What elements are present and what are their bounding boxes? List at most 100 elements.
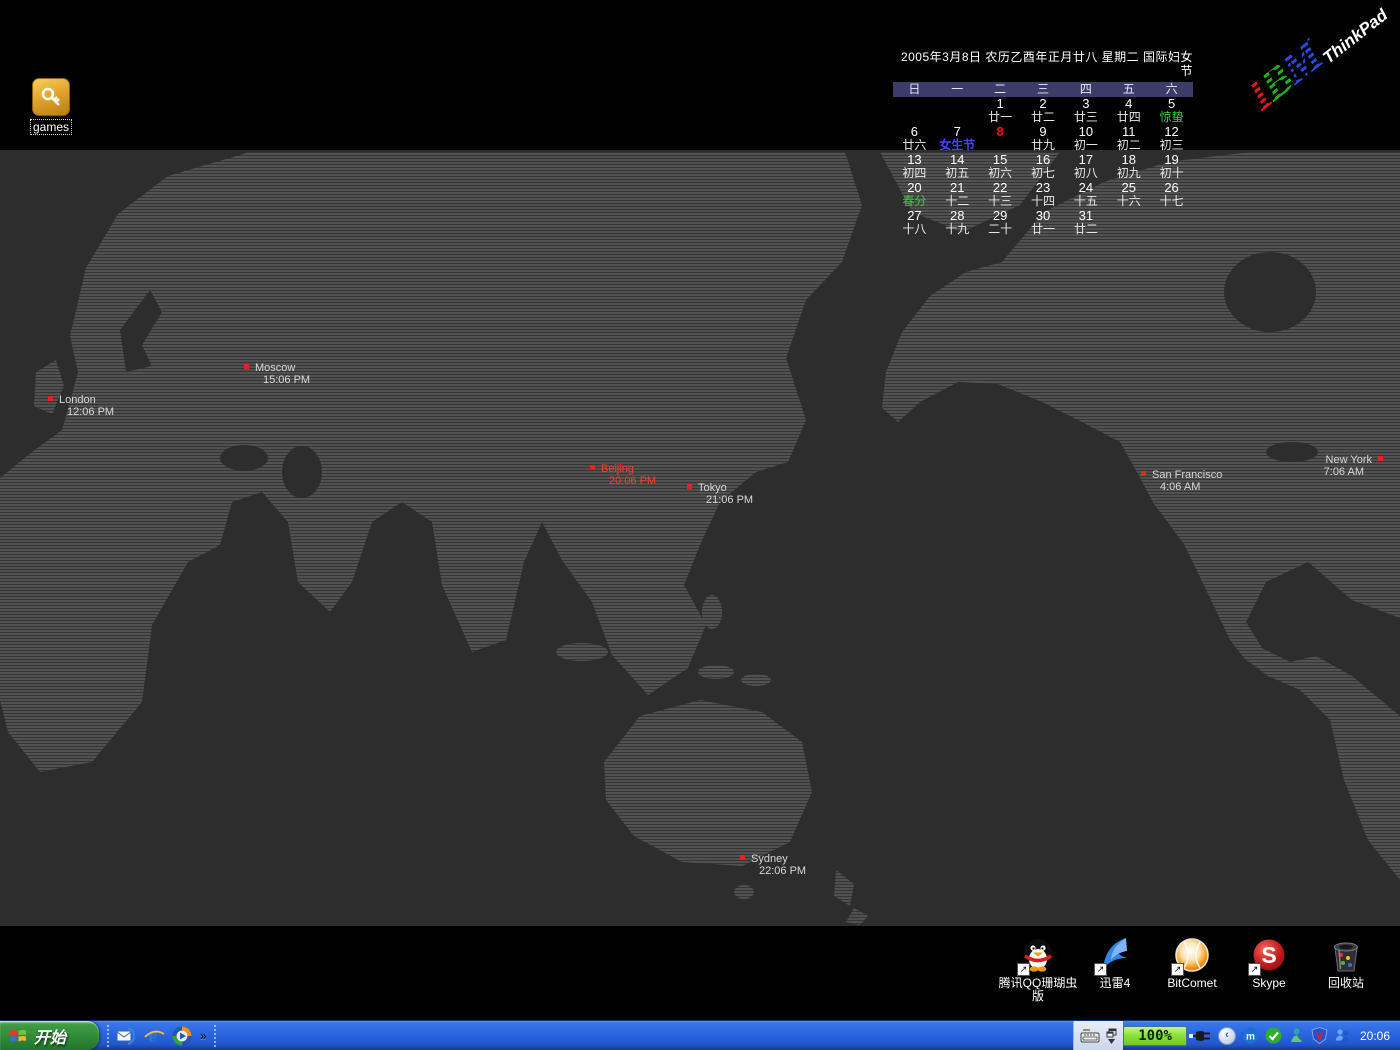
games-icon-label[interactable]: games	[30, 119, 72, 135]
city-time: 4:06 AM	[1152, 481, 1222, 493]
calendar-day-12[interactable]: 12初三	[1150, 125, 1193, 153]
desktop-icon-skype[interactable]: S↗ Skype	[1226, 936, 1312, 990]
thunder-bird-icon[interactable]: ↗	[1096, 936, 1134, 974]
calendar-day-20[interactable]: 20春分	[893, 181, 936, 209]
messenger-person-icon[interactable]	[1288, 1027, 1305, 1044]
green-check-icon[interactable]	[1265, 1027, 1282, 1044]
calendar-day-31[interactable]: 31廿二	[1064, 209, 1107, 237]
shortcut-arrow-icon: ↗	[1017, 963, 1030, 976]
calendar-day-4[interactable]: 4廿四	[1107, 97, 1150, 125]
lunar-calendar-widget: 2005年3月8日 农历乙酉年正月廿八 星期二 国际妇女节 日一二三四五六 1廿…	[893, 50, 1193, 237]
city-name: New York	[1324, 454, 1372, 466]
calendar-day-7[interactable]: 7女生节	[936, 125, 979, 153]
calendar-day-19[interactable]: 19初十	[1150, 153, 1193, 181]
toolbar-grip[interactable]	[107, 1025, 109, 1047]
city-time: 20:06 PM	[601, 475, 656, 487]
calendar-weekday-header: 日一二三四五六	[893, 82, 1193, 97]
svg-text:e: e	[149, 1026, 158, 1047]
calendar-day-5[interactable]: 5惊蛰	[1150, 97, 1193, 125]
svg-text:V: V	[1316, 1031, 1323, 1043]
calendar-day-29[interactable]: 29二十	[979, 209, 1022, 237]
bitcomet-globe-icon[interactable]: ↗	[1173, 936, 1211, 974]
calendar-empty-cell	[893, 97, 936, 125]
city-name: Sydney	[751, 853, 806, 865]
calendar-day-22[interactable]: 22十三	[979, 181, 1022, 209]
qq-penguin-icon[interactable]: ↗	[1019, 936, 1057, 974]
calendar-day-1[interactable]: 1廿一	[979, 97, 1022, 125]
calendar-day-11[interactable]: 11初二	[1107, 125, 1150, 153]
calendar-day-18[interactable]: 18初九	[1107, 153, 1150, 181]
city-clock-new-york: New York7:06 AM	[1324, 454, 1372, 478]
calendar-empty-cell	[936, 97, 979, 125]
calendar-day-9[interactable]: 9廿九	[1022, 125, 1065, 153]
desktop-icon-label[interactable]: 回收站	[1303, 977, 1389, 990]
toolbar-grip[interactable]	[214, 1025, 216, 1047]
desktop-icon-label[interactable]: 腾讯QQ珊瑚虫版	[995, 977, 1081, 1003]
calendar-day-25[interactable]: 25十六	[1107, 181, 1150, 209]
desktop-icon-迅雷4[interactable]: ↗ 迅雷4	[1072, 936, 1158, 990]
outlook-express-icon[interactable]	[115, 1025, 137, 1047]
hide-tray-icons-chevron[interactable]: ‹	[1218, 1027, 1236, 1045]
restore-window-icon[interactable]	[1106, 1028, 1117, 1038]
calendar-day-30[interactable]: 30廿一	[1022, 209, 1065, 237]
calendar-day-13[interactable]: 13初四	[893, 153, 936, 181]
city-name: Beijing	[601, 463, 656, 475]
calendar-day-26[interactable]: 26十七	[1150, 181, 1193, 209]
calendar-day-6[interactable]: 6廿六	[893, 125, 936, 153]
calendar-day-24[interactable]: 24十五	[1064, 181, 1107, 209]
messenger-people-icon[interactable]	[1334, 1027, 1351, 1044]
weekday-label: 日	[893, 82, 936, 97]
calendar-day-27[interactable]: 27十八	[893, 209, 936, 237]
city-time: 21:06 PM	[698, 494, 753, 506]
calendar-day-28[interactable]: 28十九	[936, 209, 979, 237]
calendar-day-14[interactable]: 14初五	[936, 153, 979, 181]
weekday-label: 四	[1064, 82, 1107, 97]
media-player-icon[interactable]	[171, 1025, 193, 1047]
taskbar-clock[interactable]: 20:06	[1360, 1029, 1390, 1043]
calendar-day-15[interactable]: 15初六	[979, 153, 1022, 181]
start-button[interactable]: 开始	[0, 1021, 99, 1050]
calendar-day-2[interactable]: 2廿二	[1022, 97, 1065, 125]
city-marker-dot	[740, 855, 745, 860]
desktop-icon-腾讯qq珊瑚虫版[interactable]: ↗腾讯QQ珊瑚虫版	[995, 936, 1081, 1003]
shortcut-arrow-icon: ↗	[1171, 963, 1184, 976]
quick-launch-overflow-chevron[interactable]: »	[200, 1029, 207, 1043]
calendar-day-8[interactable]: 8	[979, 125, 1022, 153]
city-name: Tokyo	[698, 482, 753, 494]
desktop-icon-label[interactable]: Skype	[1226, 977, 1312, 990]
key-icon[interactable]	[32, 78, 70, 116]
desktop-icon-bitcomet[interactable]: ↗BitComet	[1149, 936, 1235, 990]
internet-explorer-icon[interactable]: e	[143, 1025, 165, 1047]
battery-indicator[interactable]: 100%	[1123, 1026, 1187, 1046]
maxthon-icon[interactable]: m	[1242, 1027, 1259, 1044]
desktop-icon-回收站[interactable]: 回收站	[1303, 936, 1389, 990]
desktop-icon-label[interactable]: 迅雷4	[1072, 977, 1158, 990]
antivirus-shield-icon[interactable]: V	[1311, 1027, 1328, 1044]
calendar-day-3[interactable]: 3廿三	[1064, 97, 1107, 125]
weekday-label: 五	[1107, 82, 1150, 97]
dropdown-arrow-icon[interactable]	[1108, 1039, 1115, 1044]
desktop-icon-games[interactable]: games	[18, 78, 84, 136]
calendar-day-10[interactable]: 10初一	[1064, 125, 1107, 153]
svg-text:m: m	[1246, 1032, 1255, 1043]
shortcut-arrow-icon: ↗	[1248, 963, 1261, 976]
calendar-day-16[interactable]: 16初七	[1022, 153, 1065, 181]
calendar-day-21[interactable]: 21十二	[936, 181, 979, 209]
calendar-empty-cell	[1150, 209, 1193, 237]
start-button-label[interactable]: 开始	[34, 1024, 66, 1048]
city-clock-moscow: Moscow15:06 PM	[255, 362, 310, 386]
city-time: 15:06 PM	[255, 374, 310, 386]
city-clock-beijing: Beijing20:06 PM	[601, 463, 656, 487]
desktop-icon-label[interactable]: BitComet	[1149, 977, 1235, 990]
calendar-day-23[interactable]: 23十四	[1022, 181, 1065, 209]
windows-flag-icon	[8, 1026, 28, 1046]
city-clock-sydney: Sydney22:06 PM	[751, 853, 806, 877]
power-plug-icon[interactable]	[1189, 1028, 1213, 1044]
skype-icon[interactable]: S↗	[1250, 936, 1288, 974]
calendar-empty-cell	[1107, 209, 1150, 237]
calendar-grid: 1廿一2廿二3廿三4廿四5惊蛰 6廿六7女生节89廿九10初一11初二12初三 13…	[893, 97, 1193, 237]
keyboard-icon[interactable]	[1080, 1029, 1100, 1043]
recycle-bin-icon[interactable]	[1327, 936, 1365, 974]
city-time: 7:06 AM	[1324, 466, 1372, 478]
calendar-day-17[interactable]: 17初八	[1064, 153, 1107, 181]
